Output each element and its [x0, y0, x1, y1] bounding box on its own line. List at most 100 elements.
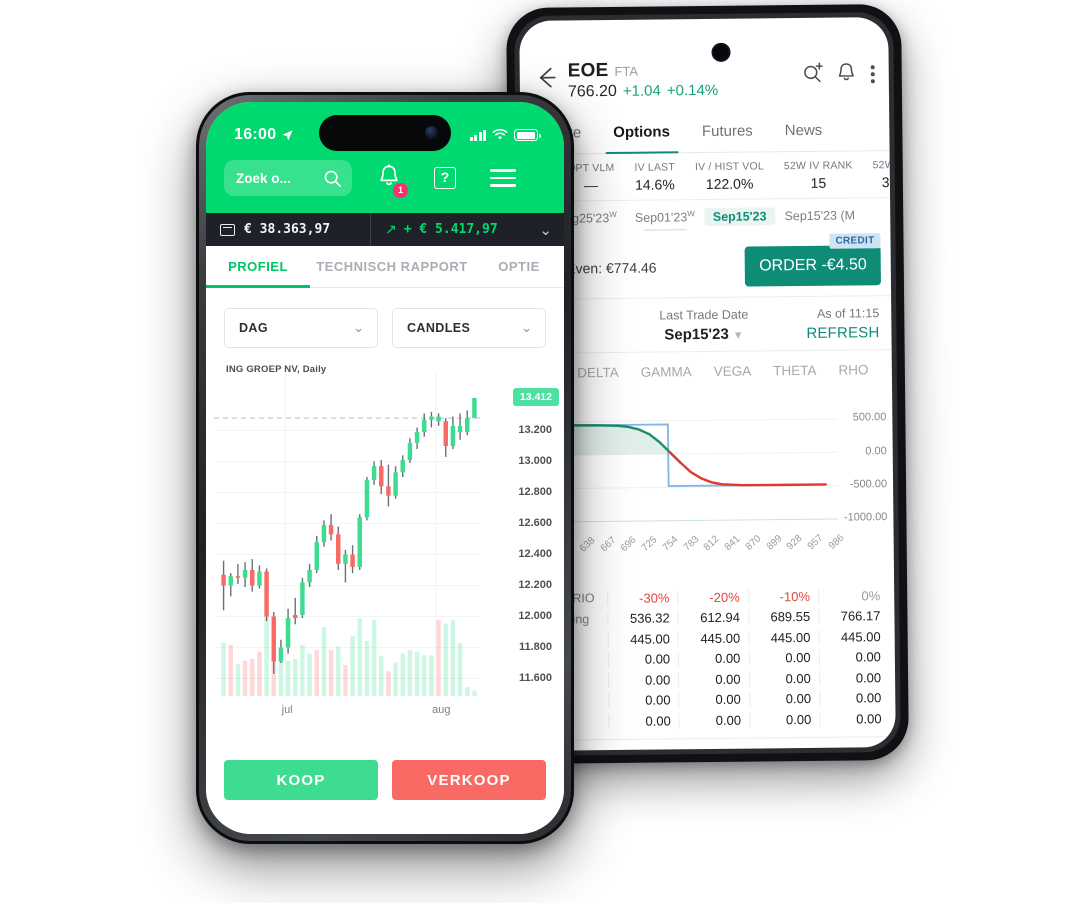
stat-iv-hist-vol: IV / HIST VOL 122.0% — [685, 158, 774, 194]
greek-tab-vega[interactable]: VEGA — [704, 360, 762, 384]
scenario-cell: 445.00 — [607, 631, 678, 647]
android-screen: EOE FTA 766.20 +1.04 +0.14% Options Futu… — [519, 17, 896, 751]
sell-button[interactable]: VERKOOP — [392, 760, 546, 800]
tab-news[interactable]: News — [769, 116, 839, 152]
scenario-cell: 536.32 — [607, 610, 678, 627]
weekly-marker: W — [687, 209, 695, 219]
search-plus-icon[interactable] — [802, 62, 823, 88]
scenario-cell: 445.00 — [677, 630, 749, 647]
stat-value: — — [583, 177, 599, 194]
buy-button[interactable]: KOOP — [224, 760, 378, 800]
scenario-cell: 0.00 — [608, 672, 679, 688]
refresh-button[interactable]: REFRESH — [762, 324, 879, 342]
scenario-table: SCENARIO -30% -20% -10% 0% Underlying 53… — [525, 581, 896, 741]
tab-futures[interactable]: Futures — [686, 116, 769, 152]
last-trade-date-value[interactable]: Sep15'23 ▼ — [645, 326, 762, 344]
portfolio-balance[interactable]: € 38.363,97 — [206, 213, 371, 246]
scenario-cell: 0.00 — [678, 691, 749, 708]
greek-tab-theta[interactable]: THETA — [763, 359, 826, 383]
as-of-label: As of 11:15 — [816, 306, 880, 322]
scenario-cell: 0.00 — [748, 650, 819, 666]
interval-value: DAG — [239, 321, 268, 335]
scenario-cell: 612.94 — [677, 609, 749, 626]
charttype-select[interactable]: CANDLES ⌄ — [392, 308, 546, 348]
question-mark-icon[interactable]: ? — [434, 167, 456, 189]
portfolio-bar[interactable]: € 38.363,97 ↗ + € 5.417,97 ⌄ — [206, 212, 564, 246]
expiry-chip-sep15-m[interactable]: Sep15'23 (M — [775, 206, 864, 225]
scenario-cell: 0.00 — [608, 692, 679, 709]
greek-tab-gamma[interactable]: GAMMA — [631, 360, 702, 384]
chevron-down-icon[interactable]: ▼ — [733, 330, 744, 342]
expiry-chip-sep15[interactable]: Sep15'23 — [703, 206, 776, 226]
hamburger-menu-icon[interactable] — [490, 169, 516, 187]
notifications-button[interactable]: 1 — [378, 163, 408, 198]
stat-header: IV / HIST VOL — [694, 160, 764, 174]
stat-value: 14.6% — [634, 176, 675, 193]
dynamic-island — [319, 115, 451, 151]
last-trade-date-control[interactable]: Last Trade Date Sep15'23 ▼ — [645, 308, 762, 344]
scenario-cell: 0.00 — [678, 650, 749, 667]
search-input[interactable]: Zoek o... — [224, 160, 352, 196]
status-icons — [469, 129, 541, 141]
scenario-header-cell: -30% — [607, 590, 678, 606]
scenario-row-vega: Vega 0.00 0.00 0.00 0.00 — [530, 708, 890, 732]
expiry-selector[interactable]: ') Aug25'23W Sep01'23W Sep15'23 Sep15'23… — [521, 198, 890, 233]
pl-y-tick: -500.00 — [849, 478, 888, 491]
refresh-control[interactable]: As of 11:15 REFRESH — [762, 306, 883, 342]
app-header: Zoek o... 1 ? — [206, 154, 564, 212]
tab-options[interactable]: Options — [597, 117, 686, 153]
price-y-tick: 12.600 — [518, 516, 552, 529]
pl-chart[interactable]: 500.000.00-500.00-1000.00 58060963866769… — [523, 389, 894, 585]
scenario-cell: 689.55 — [747, 609, 819, 625]
expiry-label: Sep01'23 — [634, 210, 688, 225]
iphone-screen: 16:00 Zoek o... 1 ? € 38.363,97 ↗ + € 5.… — [206, 102, 564, 834]
price-y-tick: 13.200 — [518, 423, 552, 436]
stat-value: 30% — [881, 173, 891, 191]
cellular-bars-icon — [469, 129, 486, 141]
scenario-header-cell: -10% — [747, 588, 819, 605]
chevron-down-icon[interactable]: ⌄ — [353, 320, 364, 336]
price-chart-canvas — [214, 372, 480, 698]
scenario-cell: 0.00 — [608, 713, 679, 729]
scenario-cell: 0.00 — [748, 711, 820, 728]
price-x-tick: aug — [432, 704, 451, 716]
stat-value: 122.0% — [705, 175, 754, 193]
pl-chart-y-axis: 500.00 0.00 -500.00 -1000.00 — [824, 389, 888, 542]
expiry-chip-sep01[interactable]: Sep01'23W — [626, 207, 704, 227]
search-icon[interactable] — [323, 169, 342, 188]
last-trade-date-label: Last Trade Date — [659, 307, 749, 323]
instrument-ticker: EOE — [567, 60, 609, 82]
stat-header: OPT VLM — [567, 161, 615, 175]
credit-badge: CREDIT — [829, 233, 881, 249]
stat-iv-last: IV LAST 14.6% — [624, 159, 685, 195]
more-vertical-icon[interactable] — [870, 65, 875, 84]
greek-tab-delta[interactable]: DELTA — [567, 361, 629, 385]
back-button[interactable] — [534, 64, 564, 94]
tab-technisch-rapport[interactable]: TECHNISCH RAPPORT — [310, 259, 474, 287]
scenario-cell: 0.00 — [607, 651, 679, 668]
portfolio-balance-value: € 38.363,97 — [244, 222, 331, 237]
scenario-cell: 445.00 — [748, 629, 819, 646]
chevron-down-icon[interactable]: ⌄ — [521, 320, 532, 336]
greek-tab-rho[interactable]: RHO — [828, 358, 878, 382]
portfolio-change[interactable]: ↗ + € 5.417,97 ⌄ — [371, 221, 564, 239]
greeks-tabbar: P/L DELTA GAMMA VEGA THETA RHO — [523, 350, 892, 391]
chevron-down-icon[interactable]: ⌄ — [539, 221, 552, 239]
pl-y-tick: -1000.00 — [843, 511, 888, 525]
app-bar-actions — [802, 61, 875, 88]
front-camera-icon — [711, 42, 731, 62]
weekly-marker: W — [609, 209, 617, 220]
price-chart[interactable]: ING GROEP NV, Daily 13.200 13.000 12.800 12… — [206, 364, 564, 754]
scenario-cell: 0.00 — [678, 712, 750, 729]
tab-profiel[interactable]: PROFIEL — [206, 259, 310, 288]
scenario-cell: 0.00 — [748, 670, 819, 687]
bell-icon[interactable] — [837, 61, 856, 87]
option-stats-row: AP — OPT VLM — IV LAST 14.6% IV / HIST V… — [520, 151, 891, 202]
front-camera-icon — [425, 126, 438, 139]
scenario-cell: 0.00 — [819, 711, 890, 727]
stat-value: 15 — [810, 174, 827, 191]
status-time: 16:00 — [234, 126, 277, 143]
tab-opties[interactable]: OPTIE — [474, 259, 564, 287]
interval-select[interactable]: DAG ⌄ — [224, 308, 378, 348]
order-button[interactable]: ORDER -€4.50 — [744, 245, 881, 287]
